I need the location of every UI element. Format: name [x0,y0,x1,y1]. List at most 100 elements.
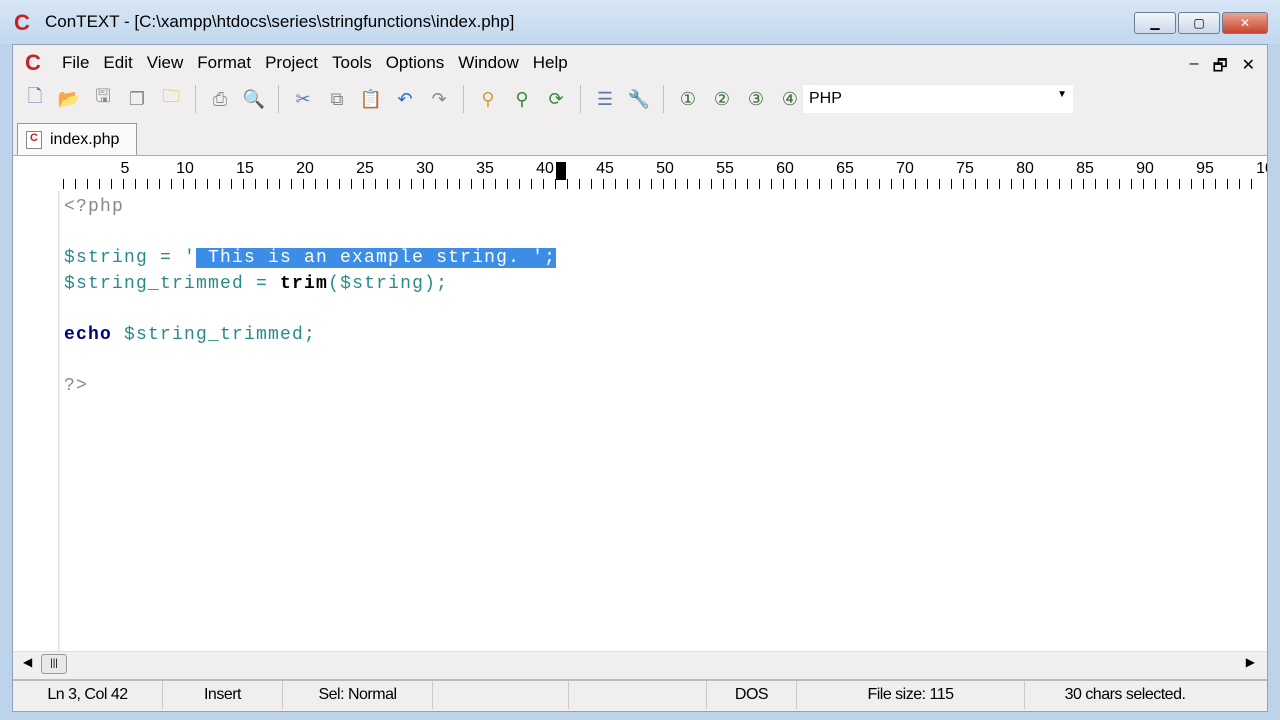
paste-icon[interactable]: 📋 [357,85,385,113]
settings-icon[interactable]: 🔧 [625,85,653,113]
menu-window[interactable]: Window [451,53,525,73]
open-folder-icon[interactable]: 🗀 [157,85,185,113]
menu-help[interactable]: Help [526,53,575,73]
chevron-down-icon: ▼ [1057,89,1067,100]
find-icon[interactable]: ⚲ [474,85,502,113]
document-icon[interactable]: ☰ [591,85,619,113]
horizontal-scrollbar[interactable]: ◀ ||| ▶ [13,651,1267,675]
scroll-right-icon[interactable]: ▶ [1246,655,1255,669]
highlighter-select[interactable]: PHP ▼ [803,85,1073,113]
scroll-left-icon[interactable]: ◀ [23,655,32,669]
ruler-label: 95 [1196,160,1214,177]
separator [580,85,581,113]
minimize-button[interactable]: ▁ [1134,12,1176,34]
tab-label: index.php [50,130,120,148]
php-open-tag: <?php [64,197,125,217]
toolbar: 🗋 📂 🖫 ❐ 🗀 ⎙ 🔍 ✂ ⧉ 📋 ↶ ↷ ⚲ ⚲ ⟳ ☰ 🔧 ① ② ③ … [21,81,804,117]
print-icon[interactable]: ⎙ [206,85,234,113]
ruler-label: 60 [776,160,794,177]
open-icon[interactable]: 📂 [55,85,83,113]
copy-icon[interactable]: ⧉ [323,85,351,113]
app-frame: C File Edit View Format Project Tools Op… [12,44,1268,712]
doc-restore-button[interactable]: 🗗 [1213,55,1228,82]
ruler-label: 30 [416,160,434,177]
status-selection: 30 chars selected. [1064,686,1186,703]
undo-icon[interactable]: ↶ [391,85,419,113]
redo-icon[interactable]: ↷ [425,85,453,113]
ruler-ticks [63,179,1263,189]
menu-project[interactable]: Project [258,53,325,73]
ruler-label: 75 [956,160,974,177]
ruler-cursor-marker [556,162,566,180]
separator [663,85,664,113]
ruler-label: 10 [1256,160,1267,177]
php-file-icon: C [26,130,42,149]
tab-bar: C index.php [13,121,1267,155]
highlighter-value: PHP [809,90,842,107]
app-menu-icon[interactable]: C [25,50,55,76]
code-editor[interactable]: <?php $string = ' This is an example str… [60,191,1267,651]
user1-icon[interactable]: ① [674,85,702,113]
separator [278,85,279,113]
cut-icon[interactable]: ✂ [289,85,317,113]
selected-text: This is an example string. '; [196,248,557,268]
ruler-label: 20 [296,160,314,177]
status-format: DOS [707,681,797,709]
ruler-label: 5 [120,160,130,177]
menu-view[interactable]: View [140,53,191,73]
status-mode: Insert [163,681,283,709]
close-button[interactable]: ✕ [1222,12,1268,34]
tab-index-php[interactable]: C index.php [17,123,137,155]
ruler-label: 90 [1136,160,1154,177]
separator [463,85,464,113]
print-preview-icon[interactable]: 🔍 [240,85,268,113]
menu-format[interactable]: Format [190,53,258,73]
ruler-label: 70 [896,160,914,177]
code-keyword: echo [64,324,113,345]
status-sel-mode: Sel: Normal [283,681,433,709]
ruler-label: 50 [656,160,674,177]
ruler-label: 65 [836,160,854,177]
menu-edit[interactable]: Edit [96,53,139,73]
code-var: $string_trimmed; [112,324,317,345]
code-args: ($string); [328,273,449,294]
maximize-button[interactable]: ▢ [1178,12,1220,34]
user2-icon[interactable]: ② [708,85,736,113]
new-file-icon[interactable]: 🗋 [21,85,49,113]
code-function: trim [280,273,329,294]
ruler-label: 80 [1016,160,1034,177]
status-empty-2 [569,681,707,709]
find-next-icon[interactable]: ⚲ [508,85,536,113]
line-gutter [13,191,59,651]
code-var: $string = ' [64,248,197,268]
user4-icon[interactable]: ④ [776,85,804,113]
separator [195,85,196,113]
ruler-label: 55 [716,160,734,177]
ruler-label: 85 [1076,160,1094,177]
save-all-icon[interactable]: ❐ [123,85,151,113]
status-file-size: File size: 115 [797,681,1025,709]
ruler-label: 40 [536,160,554,177]
php-close-tag: ?> [64,375,89,396]
ruler-label: 35 [476,160,494,177]
app-logo-icon: C [14,10,30,35]
doc-minimize-button[interactable]: ‒ [1190,55,1199,82]
menu-file[interactable]: File [55,53,96,73]
menu-options[interactable]: Options [379,53,452,73]
window-title: ConTEXT - [C:\xampp\htdocs\series\string… [45,12,515,31]
code-var: $string_trimmed = [64,273,281,294]
status-position: Ln 3, Col 42 [13,681,163,709]
ruler-label: 10 [176,160,194,177]
doc-close-button[interactable]: ✕ [1242,55,1255,82]
scroll-thumb[interactable]: ||| [41,654,67,674]
ruler-label: 45 [596,160,614,177]
status-bar: Ln 3, Col 42 Insert Sel: Normal DOS File… [13,679,1267,709]
menu-tools[interactable]: Tools [325,53,379,73]
title-bar: C ConTEXT - [C:\xampp\htdocs\series\stri… [0,0,1280,44]
ruler-label: 15 [236,160,254,177]
code-text[interactable]: <?php $string = ' This is an example str… [64,195,557,399]
ruler-label: 25 [356,160,374,177]
user3-icon[interactable]: ③ [742,85,770,113]
save-icon[interactable]: 🖫 [89,85,117,113]
replace-icon[interactable]: ⟳ [542,85,570,113]
